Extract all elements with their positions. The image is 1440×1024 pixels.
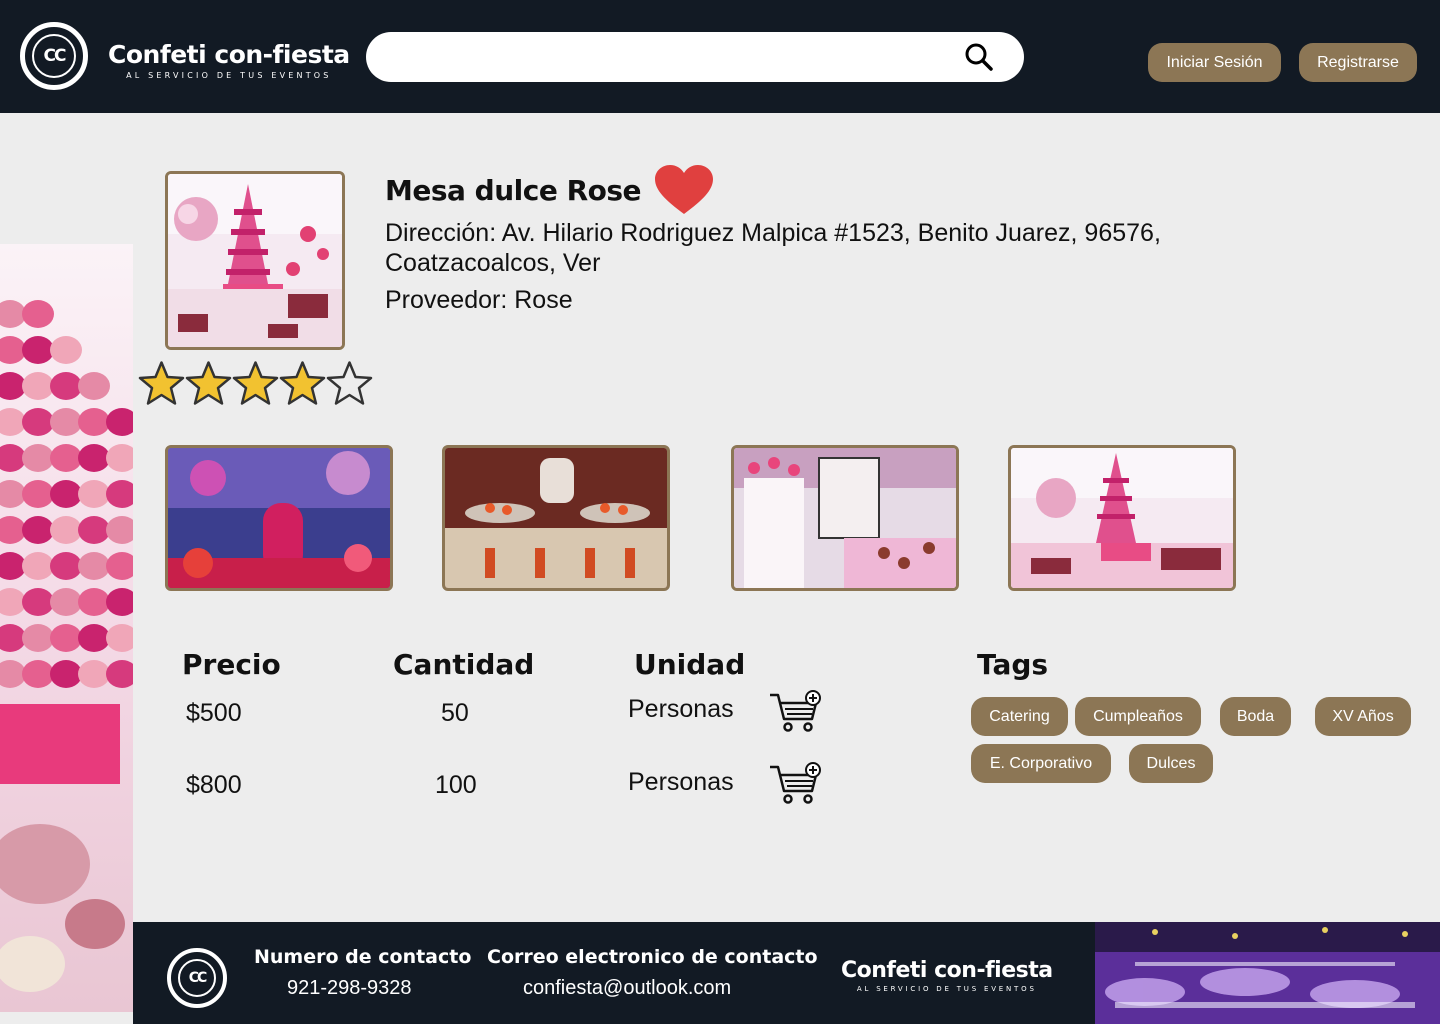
product-main-photo[interactable] — [165, 171, 345, 350]
row-1-price: $500 — [186, 699, 242, 727]
footer: CC Numero de contacto 921-298-9328 Corre… — [133, 922, 1095, 1024]
unit-header: Unidad — [634, 648, 746, 681]
gallery-image-4[interactable] — [1008, 445, 1236, 591]
contact-phone[interactable]: 921-298-9328 — [287, 977, 412, 1000]
footer-brand-tagline: AL SERVICIO DE TUS EVENTOS — [856, 985, 1037, 993]
brand-tagline: AL SERVICIO DE TUS EVENTOS — [126, 71, 332, 80]
product-address: Dirección: Av. Hilario Rodriguez Malpica… — [385, 219, 1161, 277]
row-2-unit: Personas — [628, 768, 734, 796]
tag-catering[interactable]: Catering — [971, 697, 1068, 736]
row-1-unit: Personas — [628, 695, 734, 723]
add-to-cart-icon[interactable] — [768, 689, 822, 733]
row-2-quantity: 100 — [435, 771, 477, 799]
search-input[interactable] — [390, 42, 950, 72]
star-filled-icon[interactable] — [185, 358, 232, 408]
contact-email-label: Correo electronico de contacto — [487, 946, 818, 968]
gallery-image-3[interactable] — [731, 445, 959, 591]
gallery-image-1[interactable] — [165, 445, 393, 591]
price-header: Precio — [182, 648, 281, 681]
contact-phone-label: Numero de contacto — [254, 946, 472, 968]
login-button[interactable]: Iniciar Sesión — [1148, 43, 1281, 82]
top-header: CC Confeti con-fiesta AL SERVICIO DE TUS… — [0, 0, 1440, 113]
star-filled-icon[interactable] — [279, 358, 326, 408]
brand[interactable]: Confeti con-fiesta AL SERVICIO DE TUS EV… — [108, 40, 350, 80]
footer-logo-initials: CC — [178, 959, 216, 997]
product-title-row: Mesa dulce Rose — [385, 164, 715, 216]
star-empty-icon[interactable] — [326, 358, 373, 408]
contact-email[interactable]: confiesta@outlook.com — [523, 977, 731, 1000]
logo-initials: CC — [32, 34, 76, 78]
product-title: Mesa dulce Rose — [385, 173, 642, 207]
search-icon[interactable] — [964, 42, 994, 72]
row-2-price: $800 — [186, 771, 242, 799]
tag-corporativo[interactable]: E. Corporativo — [971, 744, 1111, 783]
register-button[interactable]: Registrarse — [1299, 43, 1417, 82]
heart-icon[interactable] — [653, 164, 715, 216]
tag-xv-anos[interactable]: XV Años — [1315, 697, 1411, 736]
footer-brand-name: Confeti con-fiesta — [841, 958, 1053, 983]
footer-decorative-photo — [1095, 922, 1440, 1024]
product-provider: Proveedor: Rose — [385, 286, 573, 314]
search-bar[interactable] — [366, 32, 1024, 82]
side-decorative-photo — [0, 244, 133, 1012]
brand-name: Confeti con-fiesta — [108, 40, 350, 69]
footer-brand: Confeti con-fiesta AL SERVICIO DE TUS EV… — [841, 958, 1053, 993]
quantity-header: Cantidad — [393, 648, 535, 681]
tag-boda[interactable]: Boda — [1220, 697, 1291, 736]
add-to-cart-icon[interactable] — [768, 761, 822, 805]
tag-cumpleanos[interactable]: Cumpleaños — [1075, 697, 1201, 736]
tags-header: Tags — [977, 648, 1049, 681]
rating-stars[interactable] — [138, 358, 373, 408]
footer-logo[interactable]: CC — [167, 948, 227, 1008]
gallery-image-2[interactable] — [442, 445, 670, 591]
tag-dulces[interactable]: Dulces — [1129, 744, 1213, 783]
star-filled-icon[interactable] — [232, 358, 279, 408]
logo[interactable]: CC — [20, 22, 88, 90]
row-1-quantity: 50 — [441, 699, 469, 727]
star-filled-icon[interactable] — [138, 358, 185, 408]
